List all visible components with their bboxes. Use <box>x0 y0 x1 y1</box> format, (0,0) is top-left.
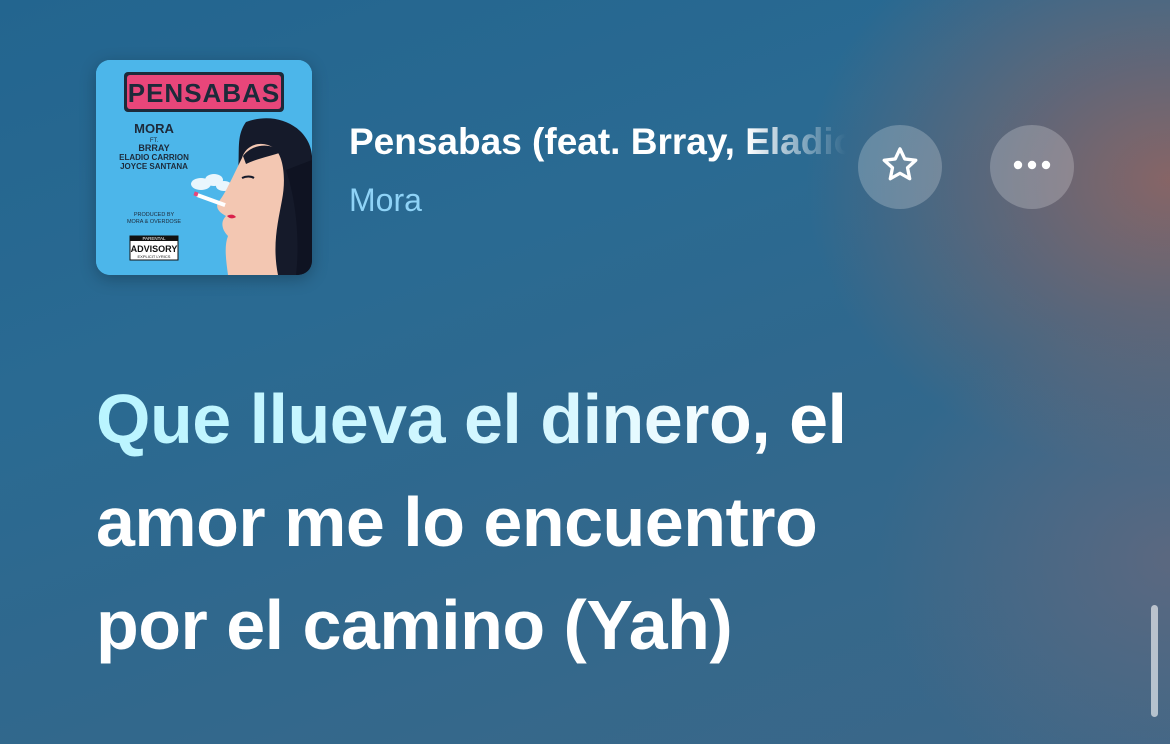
lyric-text: amor me lo encuentro <box>96 483 818 561</box>
artwork-produced-text: MORA & OVERDOSE <box>127 219 181 225</box>
more-options-button[interactable] <box>990 125 1074 209</box>
ellipsis-icon <box>1010 158 1054 176</box>
track-artist[interactable]: Mora <box>349 180 422 220</box>
artwork-feat-line: BRRAY <box>138 143 169 153</box>
artwork-produced-text: PRODUCED BY <box>134 212 175 218</box>
lyric-highlighted-text: Que llueva el dinero, <box>96 380 771 458</box>
now-playing-header: PENSABAS MORA FT. BRRAY ELADIO CARRION J… <box>96 60 1086 275</box>
track-info[interactable]: Pensabas (feat. Brray, Eladio Carrión & … <box>349 118 849 228</box>
artwork-feat-line: ELADIO CARRION <box>119 153 189 162</box>
lyrics-view[interactable]: Que llueva el dinero, el amor me lo encu… <box>96 368 1106 698</box>
artwork-advisory-text: EXPLICIT LYRICS <box>138 254 171 259</box>
lyric-line-current[interactable]: Que llueva el dinero, el <box>96 368 1106 471</box>
lyric-text: el <box>770 380 847 458</box>
album-artwork[interactable]: PENSABAS MORA FT. BRRAY ELADIO CARRION J… <box>96 60 312 275</box>
artwork-advisory-text: PARENTAL <box>142 236 166 241</box>
star-icon <box>878 143 922 192</box>
favorite-button[interactable] <box>858 125 942 209</box>
lyric-line-current[interactable]: por el camino (Yah) <box>96 574 1106 677</box>
artwork-feat-line: JOYCE SANTANA <box>120 162 188 171</box>
artwork-advisory-text: ADVISORY <box>131 244 178 254</box>
artwork-artist-text: MORA <box>134 121 174 136</box>
scroll-indicator[interactable] <box>1151 605 1158 717</box>
album-artwork-image: PENSABAS MORA FT. BRRAY ELADIO CARRION J… <box>96 60 312 275</box>
artwork-title-text: PENSABAS <box>128 78 280 108</box>
track-title[interactable]: Pensabas (feat. Brray, Eladio Carrión & … <box>349 118 846 166</box>
lyric-text: por el camino (Yah) <box>96 586 733 664</box>
lyric-line-current[interactable]: amor me lo encuentro <box>96 471 1106 574</box>
